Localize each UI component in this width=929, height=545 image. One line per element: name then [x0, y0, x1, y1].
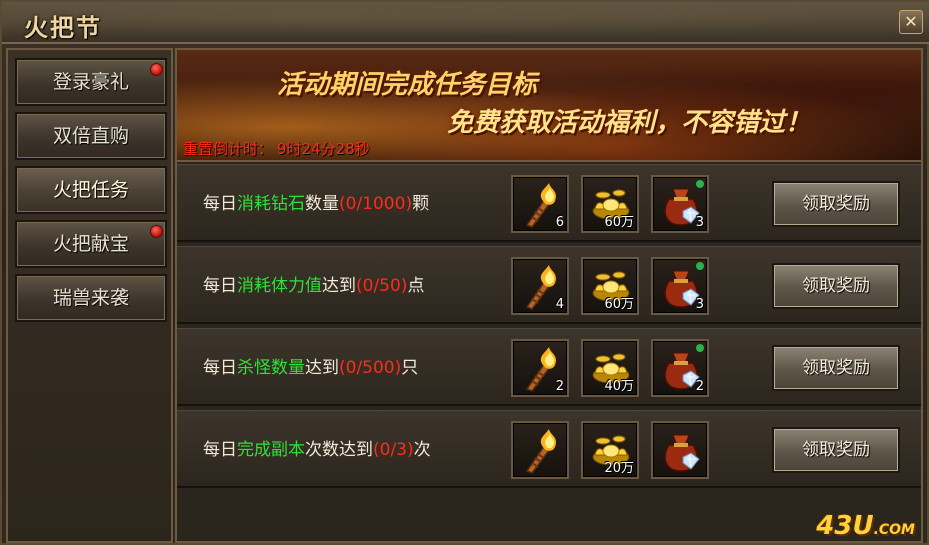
reward-slot[interactable]: 2	[511, 339, 569, 397]
title-bar: 火把节 ✕	[2, 2, 929, 44]
task-desc-middle: 达到	[305, 358, 339, 378]
content-panel: 活动期间完成任务目标 免费获取活动福利，不容错过！ 重置倒计时： 9时24分28秒…	[175, 48, 923, 543]
reward-count: 3	[695, 297, 704, 312]
task-desc-keyword: 消耗钻石	[237, 194, 305, 214]
close-button[interactable]: ✕	[899, 10, 923, 34]
reward-count: 2	[695, 379, 704, 394]
reward-slot[interactable]: 2	[651, 339, 709, 397]
claim-reward-button[interactable]: 领取奖励	[772, 427, 900, 473]
sidebar-item-torch-treasure[interactable]: 火把献宝	[15, 220, 167, 268]
watermark-main: 43U	[816, 511, 874, 541]
reward-slot[interactable]: 3	[651, 175, 709, 233]
bound-indicator-icon	[696, 180, 704, 188]
sidebar-item-login-gift[interactable]: 登录豪礼	[15, 58, 167, 106]
notification-dot-icon	[150, 225, 163, 238]
reward-slot[interactable]: 40万	[581, 339, 639, 397]
task-desc-keyword: 完成副本	[237, 440, 305, 460]
reward-count: 60万	[604, 215, 634, 230]
sidebar-item-double-purchase[interactable]: 双倍直购	[15, 112, 167, 160]
event-window: 火把节 ✕ 登录豪礼 双倍直购 火把任务 火把献宝 瑞兽来袭 活动期间完成任务目…	[0, 0, 929, 545]
reward-slot[interactable]: 6	[511, 175, 569, 233]
reset-countdown: 重置倒计时： 9时24分28秒	[183, 138, 370, 159]
reward-count: 6	[555, 215, 564, 230]
watermark-sub: .COM	[873, 522, 915, 538]
task-description: 每日消耗钻石数量(0/1000)颗	[203, 165, 429, 243]
claim-reward-button[interactable]: 领取奖励	[772, 263, 900, 309]
task-desc-prefix: 每日	[203, 440, 237, 460]
reward-slot[interactable]: 3	[651, 257, 709, 315]
site-watermark: 43U.COM	[816, 511, 915, 541]
sidebar-item-torch-tasks[interactable]: 火把任务	[15, 166, 167, 214]
task-progress: (0/1000)	[339, 194, 413, 214]
bound-indicator-icon	[696, 344, 704, 352]
reward-count: 2	[555, 379, 564, 394]
reward-slot[interactable]	[511, 421, 569, 479]
task-progress: (0/50)	[356, 276, 408, 296]
task-row: 每日消耗体力值达到(0/50)点 4 60万 3 领取奖励	[177, 246, 921, 324]
countdown-label: 重置倒计时：	[183, 140, 274, 158]
sidebar-item-beast-raid[interactable]: 瑞兽来袭	[15, 274, 167, 322]
task-desc-prefix: 每日	[203, 194, 237, 214]
task-row: 每日完成副本次数达到(0/3)次 20万 领取奖励	[177, 410, 921, 488]
sidebar-item-label: 双倍直购	[52, 125, 129, 147]
banner-headline: 活动期间完成任务目标	[277, 70, 538, 100]
task-desc-unit: 点	[407, 276, 425, 296]
task-desc-middle: 次数达到	[305, 440, 373, 460]
task-row: 每日消耗钻石数量(0/1000)颗 6 60万 3 领取奖励	[177, 164, 921, 242]
reward-slot[interactable]	[651, 421, 709, 479]
task-desc-middle: 达到	[322, 276, 356, 296]
reward-slot[interactable]: 60万	[581, 175, 639, 233]
task-desc-unit: 次	[413, 440, 431, 460]
task-progress: (0/500)	[339, 358, 402, 378]
reward-count: 3	[695, 215, 704, 230]
event-banner: 活动期间完成任务目标 免费获取活动福利，不容错过！ 重置倒计时： 9时24分28秒	[177, 50, 921, 162]
task-row: 每日杀怪数量达到(0/500)只 2 40万 2 领取奖励	[177, 328, 921, 406]
sidebar-item-label: 火把任务	[52, 179, 129, 201]
reward-count: 60万	[604, 297, 634, 312]
task-desc-keyword: 消耗体力值	[237, 276, 322, 296]
task-description: 每日完成副本次数达到(0/3)次	[203, 411, 431, 489]
sidebar-item-label: 登录豪礼	[52, 71, 129, 93]
task-desc-unit: 只	[401, 358, 419, 378]
reward-slot[interactable]: 60万	[581, 257, 639, 315]
task-desc-unit: 颗	[412, 194, 430, 214]
countdown-value: 9时24分28秒	[277, 140, 370, 158]
bound-indicator-icon	[696, 262, 704, 270]
task-desc-keyword: 杀怪数量	[237, 358, 305, 378]
reward-slot[interactable]: 20万	[581, 421, 639, 479]
sidebar-item-label: 瑞兽来袭	[52, 287, 129, 309]
task-description: 每日杀怪数量达到(0/500)只	[203, 329, 418, 407]
notification-dot-icon	[150, 63, 163, 76]
task-desc-prefix: 每日	[203, 276, 237, 296]
sidebar: 登录豪礼 双倍直购 火把任务 火把献宝 瑞兽来袭	[6, 48, 173, 543]
task-progress: (0/3)	[373, 440, 414, 460]
claim-reward-button[interactable]: 领取奖励	[772, 181, 900, 227]
window-title: 火把节	[24, 13, 102, 42]
reward-slot[interactable]: 4	[511, 257, 569, 315]
sidebar-item-label: 火把献宝	[52, 233, 129, 255]
task-desc-middle: 数量	[305, 194, 339, 214]
task-desc-prefix: 每日	[203, 358, 237, 378]
task-description: 每日消耗体力值达到(0/50)点	[203, 247, 424, 325]
reward-count: 4	[555, 297, 564, 312]
reward-count: 20万	[604, 461, 634, 476]
banner-subheadline: 免费获取活动福利，不容错过！	[447, 108, 812, 138]
reward-count: 40万	[604, 379, 634, 394]
claim-reward-button[interactable]: 领取奖励	[772, 345, 900, 391]
